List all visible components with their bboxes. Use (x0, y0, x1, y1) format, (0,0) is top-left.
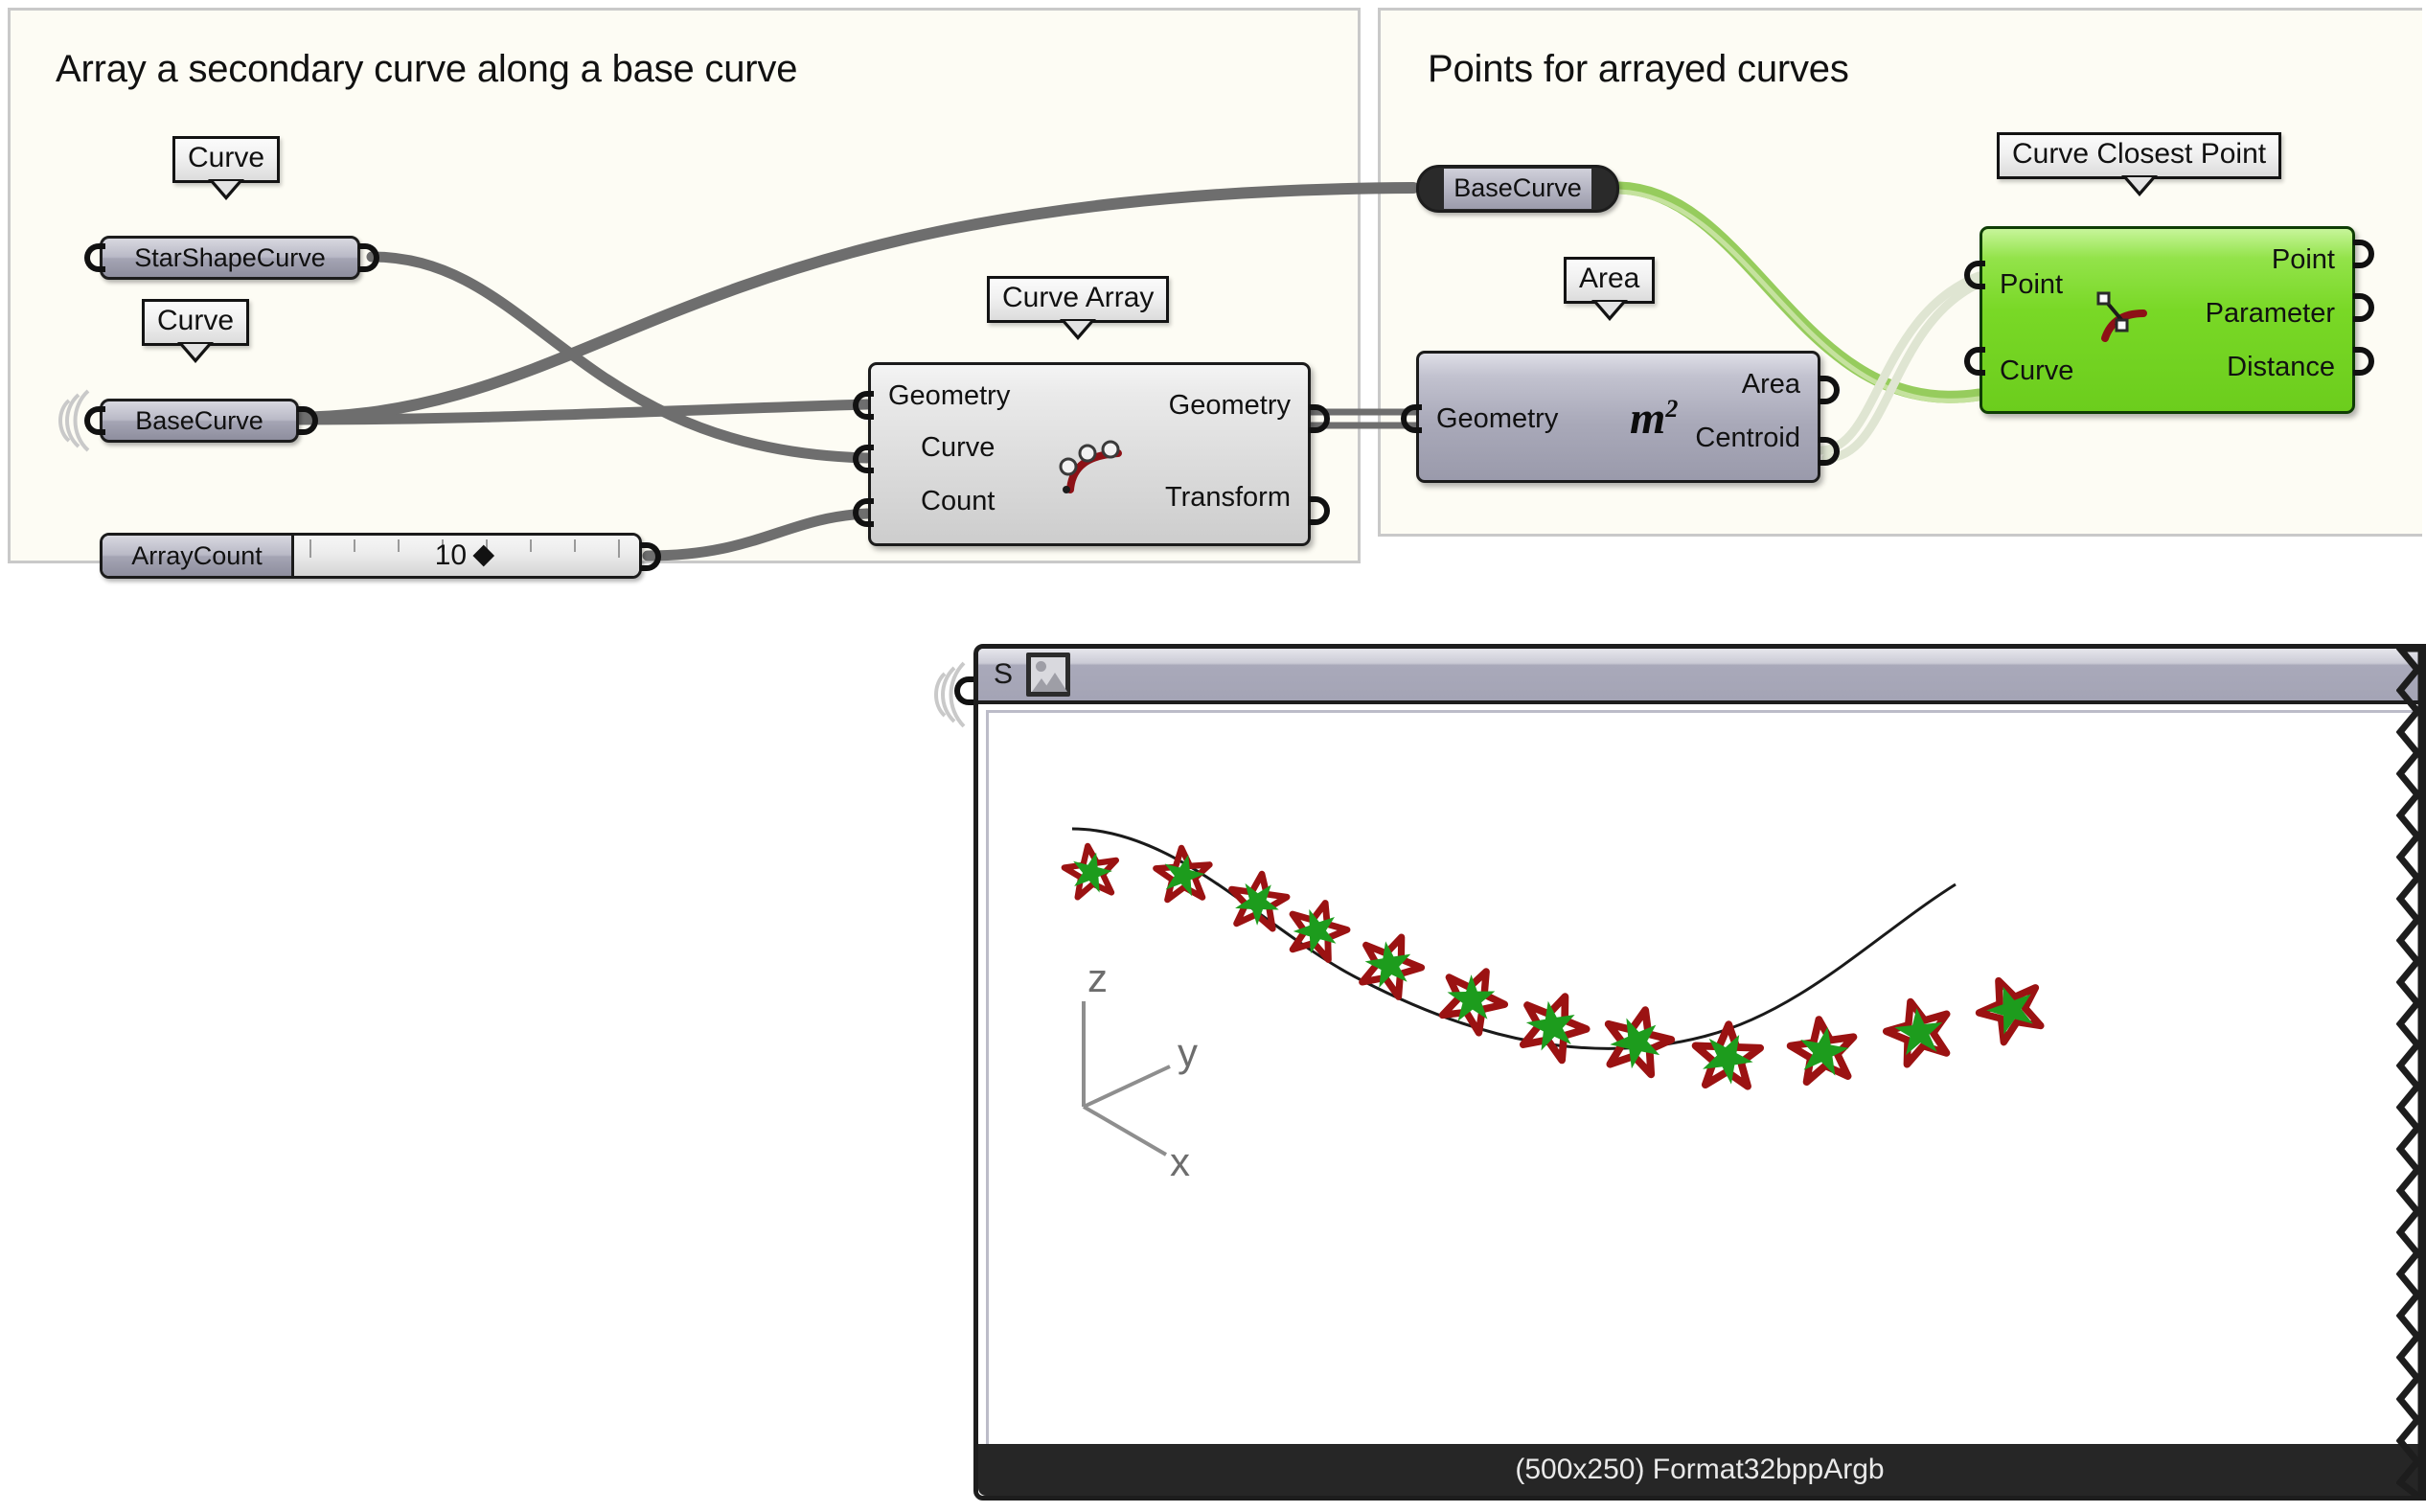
image-icon-sun (1036, 661, 1047, 672)
group-title-2: Points for arrayed curves (1428, 48, 1849, 90)
group-title-1: Array a secondary curve along a base cur… (56, 48, 798, 90)
viewport-status-text: (500x250) Format32bppArgb (1515, 1454, 1885, 1485)
grasshopper-canvas: Array a secondary curve along a base cur… (0, 0, 2426, 1512)
output-label-transform: Transform (1164, 482, 1291, 513)
curve-array-icon (1059, 440, 1122, 493)
viewport-canvas[interactable]: z y x (978, 704, 2421, 1496)
viewport-panel[interactable]: S z y x (500x250) Format32bppArgb (973, 644, 2426, 1501)
tag-area: Area (1564, 257, 1656, 321)
tag-nub-icon (2120, 174, 2158, 196)
output-label-parameter: Parameter (2205, 298, 2335, 329)
m-superscript: 2 (1665, 395, 1679, 423)
slider-label: ArrayCount (103, 536, 294, 576)
tag-curve-closest-point: Curve Closest Point (1997, 132, 2282, 196)
input-label-geometry: Geometry (1436, 403, 1559, 434)
param-starshapecurve[interactable]: StarShapeCurve (100, 236, 360, 280)
tag-curve-starshape: Curve (172, 136, 281, 200)
tag-nub-icon (177, 341, 215, 363)
slider-track[interactable]: 10 (294, 536, 639, 576)
viewport-header-label: S (994, 658, 1014, 690)
port-curvearray-in-geometry[interactable] (853, 391, 874, 420)
input-label-curve: Curve (921, 432, 996, 463)
input-label-curve: Curve (2000, 355, 2074, 386)
torn-edge-icon (2396, 649, 2421, 1496)
tag-curve-array: Curve Array (987, 276, 1170, 340)
port-curvearray-in-count[interactable] (853, 498, 874, 527)
port-area-in-geometry[interactable] (1401, 404, 1422, 433)
output-label-distance: Distance (2227, 352, 2335, 382)
param-label: StarShapeCurve (134, 242, 326, 272)
tag-label: Area (1579, 263, 1640, 294)
input-label-point: Point (2000, 269, 2064, 300)
input-label-count: Count (921, 486, 996, 516)
port-viewport-input[interactable] (954, 676, 975, 705)
output-label-centroid: Centroid (1695, 423, 1800, 453)
curve-closest-point-icon (2096, 291, 2147, 342)
slider-arraycount[interactable]: ArrayCount 10 (100, 533, 642, 579)
tag-nub-icon (1060, 318, 1097, 340)
axis-label-z: z (1087, 955, 1108, 1000)
port-ccp-in-point[interactable] (1964, 261, 1985, 289)
axis-label-x: x (1170, 1139, 1190, 1184)
input-label-geometry: Geometry (888, 380, 1011, 411)
tag-label: Curve Array (1002, 282, 1155, 313)
param-basecurve-left[interactable]: BaseCurve (100, 399, 299, 443)
component-curve-array[interactable]: Geometry Curve Count Geometry Transform (868, 362, 1311, 546)
axis-label-y: y (1178, 1030, 1198, 1075)
param-label: BaseCurve (1444, 169, 1591, 209)
axis-indicator (1082, 1001, 1171, 1157)
viewport-header[interactable]: S (978, 649, 2421, 704)
tag-nub-icon (208, 178, 245, 200)
m-glyph: m (1630, 393, 1666, 444)
port-starshapecurve-input[interactable] (84, 243, 105, 272)
component-area[interactable]: Geometry Area Centroid m2 (1416, 351, 1820, 483)
port-basecurve-left-input[interactable] (84, 406, 105, 435)
viewport-status-bar: (500x250) Format32bppArgb (978, 1444, 2421, 1496)
tag-nub-icon (1591, 299, 1628, 321)
image-icon (1026, 653, 1071, 697)
port-ccp-in-curve[interactable] (1964, 347, 1985, 376)
param-label: BaseCurve (135, 405, 263, 435)
param-basecurve-right[interactable]: BaseCurve (1416, 165, 1619, 213)
viewport-scene: z y x (1061, 827, 2045, 1184)
tag-label: Curve (157, 305, 235, 336)
slider-value-display: 10 (434, 539, 495, 572)
output-label-point: Point (2271, 244, 2335, 275)
image-icon-mountain-large (1042, 673, 1068, 692)
component-curve-closest-point[interactable]: Point Curve Point Parameter Distance (1980, 226, 2355, 414)
tag-label: Curve (188, 142, 265, 173)
slider-value-text: 10 (434, 539, 468, 571)
output-label-area: Area (1741, 369, 1800, 400)
m-squared-icon: m2 (1630, 392, 1678, 445)
output-label-geometry: Geometry (1168, 390, 1291, 421)
tag-curve-basecurve: Curve (142, 299, 250, 363)
port-curvearray-in-curve[interactable] (853, 445, 874, 473)
tag-label: Curve Closest Point (2012, 138, 2267, 170)
slider-handle-icon[interactable] (472, 544, 495, 567)
